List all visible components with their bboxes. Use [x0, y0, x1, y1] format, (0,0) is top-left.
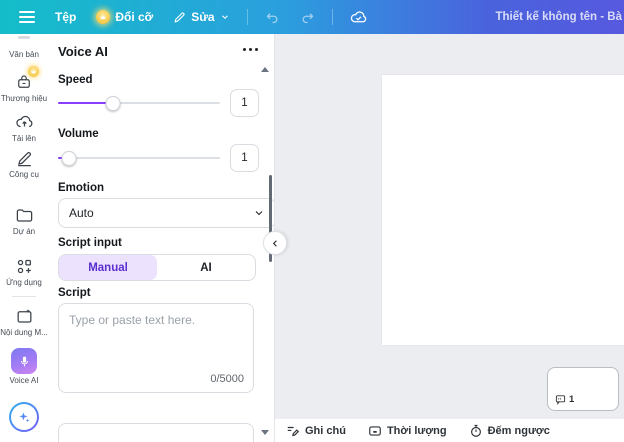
slider-thumb[interactable]: [62, 151, 77, 166]
duration-icon: [368, 424, 382, 438]
folder-icon: [14, 205, 34, 225]
notes-button-label: Ghi chú: [305, 425, 346, 437]
chevron-down-icon: [220, 12, 230, 22]
topbar-left: Tệp Đổi cỡ Sửa: [0, 5, 374, 30]
script-label: Script: [58, 287, 91, 299]
file-button[interactable]: Tệp: [48, 6, 83, 28]
speaker-notes-icon: [555, 394, 566, 405]
design-page[interactable]: [382, 75, 624, 345]
sidebar-item-label: Công cụ: [9, 170, 39, 179]
panel-title: Voice AI: [58, 44, 108, 59]
tab-manual[interactable]: Manual: [59, 255, 157, 280]
sidebar-item-label: Nội dung M...: [0, 328, 48, 337]
chevron-down-icon: [253, 207, 265, 219]
chevron-left-icon: [270, 238, 281, 249]
magic-assistant-button[interactable]: [9, 402, 39, 432]
script-textarea-wrap: 0/5000: [58, 303, 254, 393]
slider-thumb[interactable]: [106, 96, 121, 111]
sidebar-item-tools[interactable]: Công cụ: [0, 148, 48, 179]
script-input-segmented-control: Manual AI: [58, 254, 256, 281]
sidebar-item-label: Thương hiệu: [1, 94, 47, 103]
pro-crown-badge-icon: [28, 66, 39, 77]
canva-editor: Tệp Đổi cỡ Sửa: [0, 0, 624, 442]
speed-slider[interactable]: [58, 96, 220, 110]
emotion-selected-value: Auto: [69, 206, 94, 220]
voice-ai-panel: Voice AI Speed 1 Volume 1 Emotion Auto S…: [48, 34, 275, 442]
voice-ai-icon: [11, 348, 37, 374]
edit-button[interactable]: Sửa: [166, 6, 236, 28]
script-input-label: Script input: [58, 237, 122, 249]
page-thumbnail[interactable]: 1: [547, 367, 619, 411]
canvas-area: 1 Ghi chú Thời lượng Đếm ngược: [274, 34, 624, 442]
resize-button[interactable]: Đổi cỡ: [89, 6, 160, 28]
apps-icon: [14, 256, 34, 276]
speed-value-box[interactable]: 1: [230, 89, 259, 117]
brand-icon: [14, 72, 34, 92]
more-options-button[interactable]: [243, 48, 258, 51]
undo-icon: [265, 10, 280, 25]
duration-button-label: Thời lượng: [387, 425, 447, 437]
save-status-button[interactable]: [343, 5, 374, 30]
cloud-check-icon: [350, 9, 367, 26]
bottom-toolbar: Ghi chú Thời lượng Đếm ngược: [274, 419, 624, 442]
speed-label: Speed: [58, 74, 93, 86]
sidebar-item-apps[interactable]: Ứng dụng: [0, 256, 48, 287]
sidebar-item-label: Dự án: [13, 227, 35, 236]
notes-button[interactable]: Ghi chú: [286, 424, 346, 438]
panel-collapse-button[interactable]: [263, 231, 287, 255]
emotion-label: Emotion: [58, 182, 104, 194]
topbar-divider: [332, 9, 333, 25]
sidebar-item-label: Văn bản: [9, 50, 39, 59]
edit-button-label: Sửa: [191, 10, 214, 24]
slider-track: [58, 157, 220, 159]
sidebar-item-label: Voice AI: [10, 376, 39, 385]
sidebar-item-label: Ứng dụng: [6, 278, 42, 287]
character-counter: 0/5000: [210, 373, 244, 385]
text-icon: [18, 36, 30, 39]
topbar: Tệp Đổi cỡ Sửa: [0, 0, 624, 34]
scroll-up-icon[interactable]: [261, 67, 269, 72]
file-button-label: Tệp: [55, 10, 76, 24]
menu-button[interactable]: [12, 7, 42, 27]
notes-icon: [286, 424, 300, 438]
sidebar-item-projects[interactable]: Dự án: [0, 205, 48, 236]
scroll-down-icon[interactable]: [261, 430, 269, 435]
sidebar-item-brand[interactable]: Thương hiệu: [0, 72, 48, 103]
cloud-upload-icon: [14, 112, 34, 132]
undo-button[interactable]: [258, 6, 287, 29]
duration-button[interactable]: Thời lượng: [368, 424, 447, 438]
pencil-icon: [173, 11, 186, 24]
page-thumbnail-footer: 1: [555, 394, 574, 405]
sidebar-item-label: Tải lên: [12, 134, 36, 143]
tools-icon: [14, 148, 34, 168]
sidebar-divider: [12, 296, 36, 297]
countdown-timer-icon: [469, 424, 483, 438]
topbar-divider: [247, 9, 248, 25]
sidebar-item-uploads[interactable]: Tải lên: [0, 112, 48, 143]
volume-label: Volume: [58, 128, 99, 140]
sidebar-item-magic-content[interactable]: Nội dung M...: [0, 306, 48, 337]
redo-button[interactable]: [293, 6, 322, 29]
add-text-to-design-button[interactable]: Add text to design: [58, 423, 254, 442]
emotion-select[interactable]: Auto: [58, 198, 275, 228]
sparkle-icon: [17, 409, 31, 425]
sidebar-item-voice-ai[interactable]: Voice AI: [0, 348, 48, 385]
sidebar-item-text[interactable]: Văn bản: [0, 50, 48, 59]
resize-button-label: Đổi cỡ: [115, 10, 153, 24]
hamburger-icon: [19, 11, 35, 23]
design-title[interactable]: Thiết kế không tên - Bà: [495, 0, 622, 34]
volume-value-box[interactable]: 1: [230, 144, 259, 172]
redo-icon: [300, 10, 315, 25]
magic-content-icon: [14, 306, 34, 326]
volume-slider[interactable]: [58, 151, 220, 165]
page-number: 1: [569, 394, 574, 405]
object-panel-sidebar: Văn bản Thương hiệu Tải lên Công cụ: [0, 34, 48, 442]
countdown-button-label: Đếm ngược: [488, 425, 550, 437]
tab-ai[interactable]: AI: [157, 255, 255, 280]
countdown-button[interactable]: Đếm ngược: [469, 424, 550, 438]
pro-crown-icon: [96, 10, 110, 24]
